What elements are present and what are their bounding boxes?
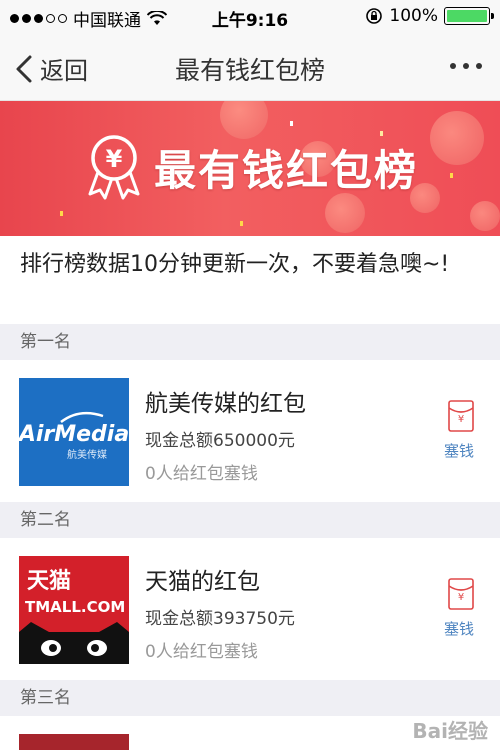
tmall-logo: 天猫 TMALL.COM (19, 556, 129, 664)
rank-header-2: 第二名 (0, 502, 500, 538)
item-amount: 现金总额650000元 (145, 431, 295, 451)
decor-coin (470, 201, 500, 231)
item-count: 0人给红包塞钱 (145, 642, 258, 662)
item-name: 天猫的红包 (145, 569, 260, 595)
svg-text:¥: ¥ (458, 414, 464, 425)
list-item[interactable]: AirMedia 航美传媒 航美传媒的红包 现金总额650000元 0人给红包塞… (0, 360, 500, 504)
banner: ¥ 最有钱红包榜 (0, 101, 500, 236)
stuff-money-button[interactable]: ¥ 塞钱 (444, 400, 478, 461)
decor-confetti (450, 173, 453, 178)
award-badge-icon: ¥ (88, 135, 140, 200)
status-bar: 中国联通 上午9:16 100% (0, 0, 500, 33)
stuff-money-label: 塞钱 (443, 620, 474, 638)
svg-text:TMALL.COM: TMALL.COM (25, 598, 125, 616)
watermark: Bai经验 (412, 719, 488, 743)
battery-group: 100% (365, 6, 494, 26)
stuff-money-label: 塞钱 (443, 442, 474, 460)
nav-bar: 返回 最有钱红包榜 (0, 33, 500, 101)
svg-text:航美传媒: 航美传媒 (67, 448, 107, 461)
stuff-money-button[interactable]: ¥ 塞钱 (444, 578, 478, 639)
svg-text:¥: ¥ (458, 592, 464, 603)
rank-header-3: 第三名 (0, 680, 500, 716)
banner-title: 最有钱红包榜 (154, 145, 419, 195)
decor-coin (430, 111, 484, 165)
item-count: 0人给红包塞钱 (145, 464, 258, 484)
banner-content: ¥ 最有钱红包榜 (84, 134, 418, 200)
battery-percent: 100% (389, 6, 438, 26)
red-envelope-icon: ¥ (448, 578, 474, 610)
decor-confetti (240, 221, 243, 226)
red-envelope-icon: ¥ (448, 400, 474, 432)
rank-header-1: 第一名 (0, 324, 500, 360)
item-amount: 现金总额393750元 (145, 609, 295, 629)
more-button[interactable] (450, 63, 482, 69)
more-dot-icon (463, 63, 469, 69)
rotation-lock-icon (366, 8, 383, 24)
more-dot-icon (476, 63, 482, 69)
decor-confetti (60, 211, 63, 216)
page-title: 最有钱红包榜 (174, 56, 325, 85)
battery-icon (444, 7, 494, 25)
airmedia-logo: AirMedia 航美传媒 (19, 378, 129, 486)
update-notice: 排行榜数据10分钟更新一次，不要着急噢~! (0, 236, 500, 324)
item-logo (19, 734, 129, 750)
svg-text:¥: ¥ (106, 145, 123, 173)
item-name: 航美传媒的红包 (145, 391, 306, 417)
svg-text:AirMedia: AirMedia (19, 422, 129, 447)
decor-confetti (290, 121, 293, 126)
more-dot-icon (450, 63, 456, 69)
svg-text:天猫: 天猫 (27, 569, 71, 594)
list-item[interactable]: 天猫 TMALL.COM 天猫的红包 现金总额393750元 0人给红包塞钱 ¥… (0, 538, 500, 682)
